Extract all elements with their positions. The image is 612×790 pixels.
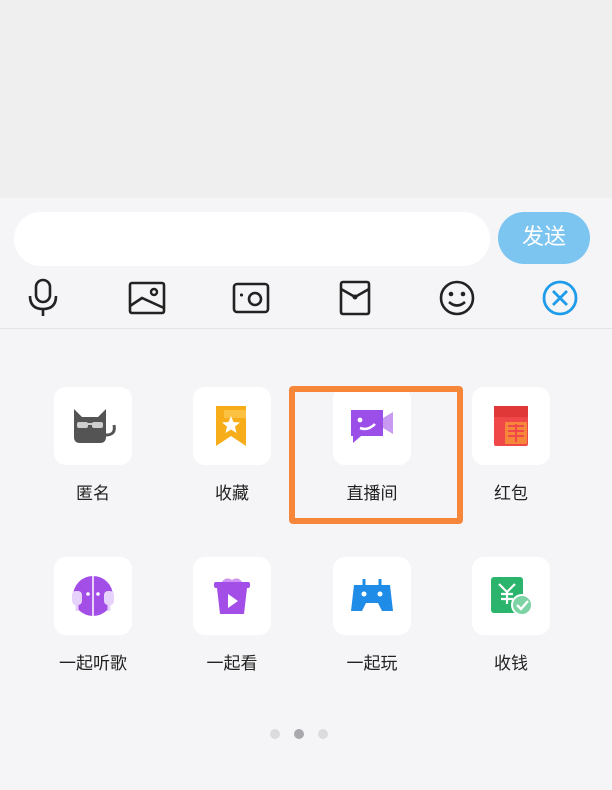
app-label: 一起听歌 xyxy=(59,654,127,674)
listen-together-icon xyxy=(54,557,132,635)
close-icon[interactable] xyxy=(538,276,582,320)
highlight-box xyxy=(289,386,463,524)
app-watch-together[interactable]: 一起看 xyxy=(171,557,291,677)
app-favorites[interactable]: 收藏 xyxy=(171,387,291,507)
app-label: 收藏 xyxy=(215,484,249,504)
page-dot-1[interactable] xyxy=(270,729,280,739)
app-label: 一起看 xyxy=(206,654,258,674)
anonymous-cat-icon xyxy=(54,387,132,465)
app-label: 一起玩 xyxy=(346,654,398,674)
watch-together-icon xyxy=(193,557,271,635)
microphone-icon[interactable] xyxy=(21,276,65,320)
red-envelope-icon[interactable] xyxy=(333,276,377,320)
emoji-icon[interactable] xyxy=(435,276,479,320)
favorites-bookmark-icon xyxy=(193,387,271,465)
send-button[interactable]: 发送 xyxy=(498,212,590,264)
receive-money-icon xyxy=(472,557,550,635)
toolbar xyxy=(0,276,612,328)
chat-area xyxy=(0,0,612,198)
app-listen-together[interactable]: 一起听歌 xyxy=(32,557,152,677)
input-row: 发送 xyxy=(0,198,612,268)
page-dot-3[interactable] xyxy=(318,729,328,739)
app-label: 匿名 xyxy=(76,484,110,504)
message-input[interactable] xyxy=(14,212,490,266)
divider xyxy=(0,328,612,329)
image-icon[interactable] xyxy=(125,276,169,320)
app-red-packet[interactable]: 红包 xyxy=(450,387,570,507)
app-label: 收钱 xyxy=(494,654,528,674)
play-together-gamepad-icon xyxy=(333,557,411,635)
app-label: 红包 xyxy=(494,484,528,504)
camera-icon[interactable] xyxy=(229,276,273,320)
page-indicator xyxy=(266,729,336,741)
app-play-together[interactable]: 一起玩 xyxy=(311,557,431,677)
app-receive-money[interactable]: 收钱 xyxy=(450,557,570,677)
app-anonymous[interactable]: 匿名 xyxy=(32,387,152,507)
page-dot-2[interactable] xyxy=(294,729,304,739)
red-packet-icon xyxy=(472,387,550,465)
